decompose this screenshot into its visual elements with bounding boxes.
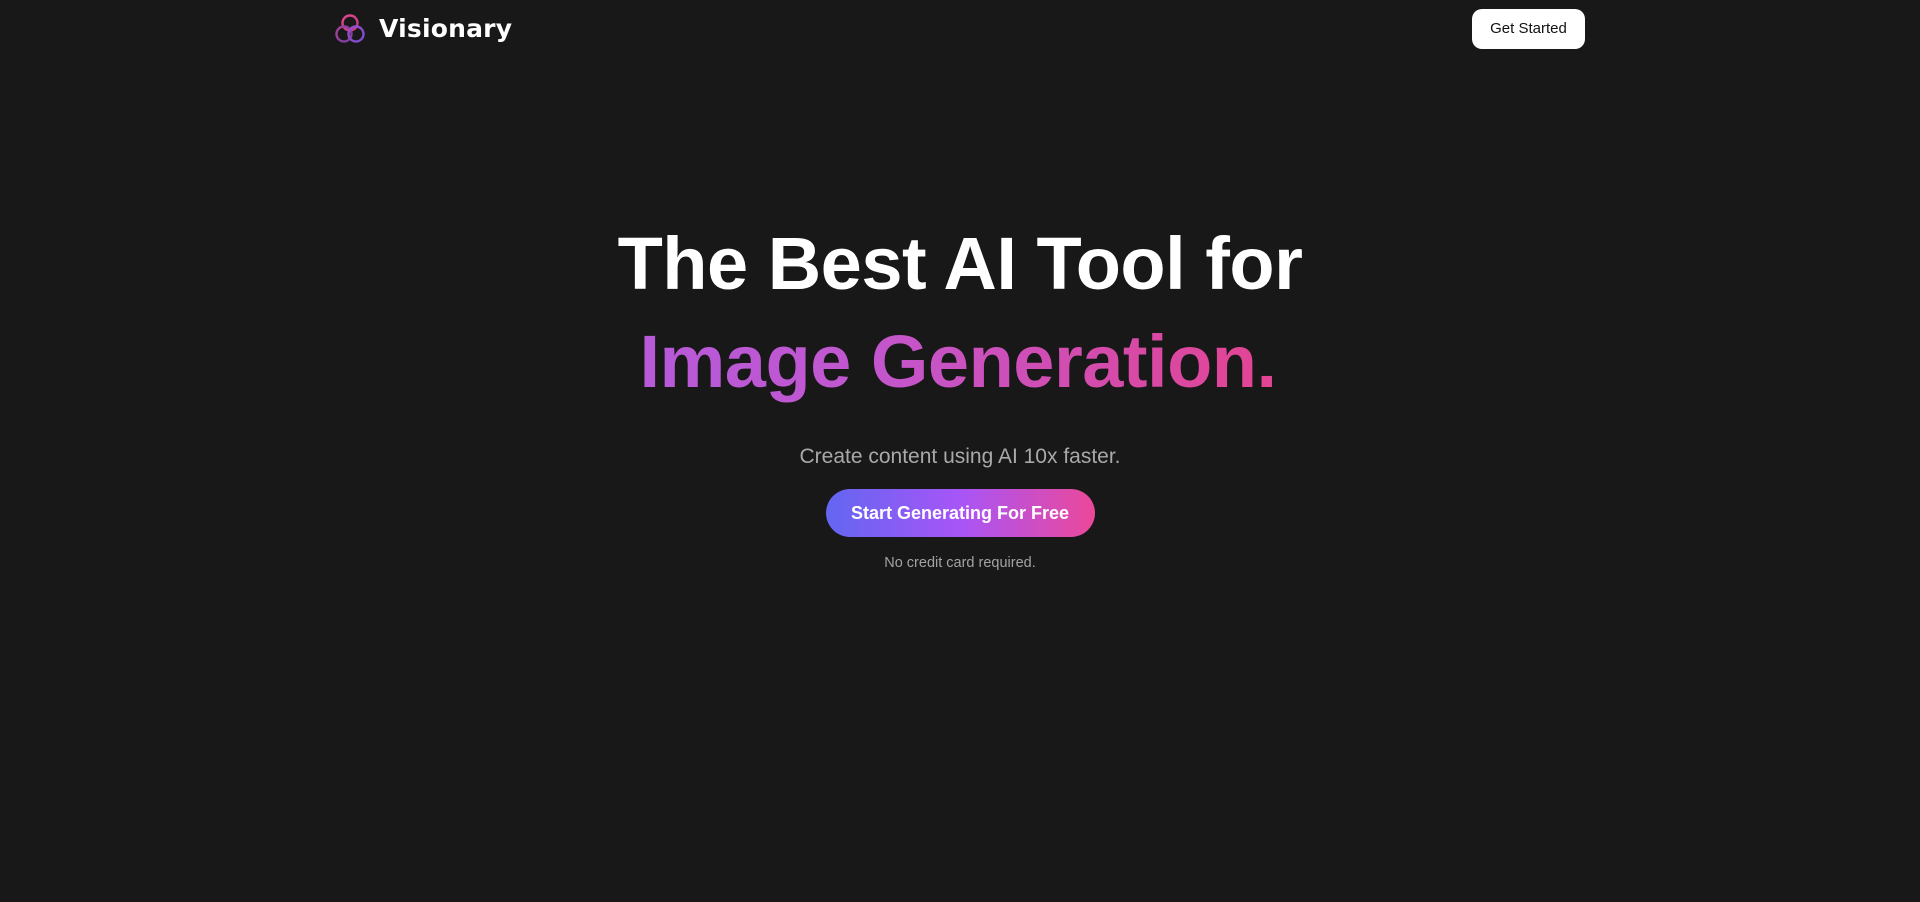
brand-name: Visionary	[379, 14, 513, 43]
no-credit-card-note: No credit card required.	[884, 555, 1036, 571]
start-generating-button[interactable]: Start Generating For Free	[825, 489, 1095, 537]
three-rings-logo-icon	[333, 12, 367, 46]
hero-section: The Best AI Tool for Image Generation. C…	[0, 215, 1920, 573]
cta-wrapper: Start Generating For Free	[0, 489, 1920, 537]
navbar: Visionary Get Started	[333, 0, 1585, 57]
landing-page: Visionary Get Started The Best AI Tool f…	[0, 0, 1920, 902]
get-started-button[interactable]: Get Started	[1472, 8, 1585, 49]
hero-subtitle: Create content using AI 10x faster.	[799, 445, 1121, 468]
brand[interactable]: Visionary	[333, 12, 512, 46]
headline-primary: The Best AI Tool for	[617, 222, 1303, 305]
headline-accent: Image Generation.	[639, 313, 1280, 411]
